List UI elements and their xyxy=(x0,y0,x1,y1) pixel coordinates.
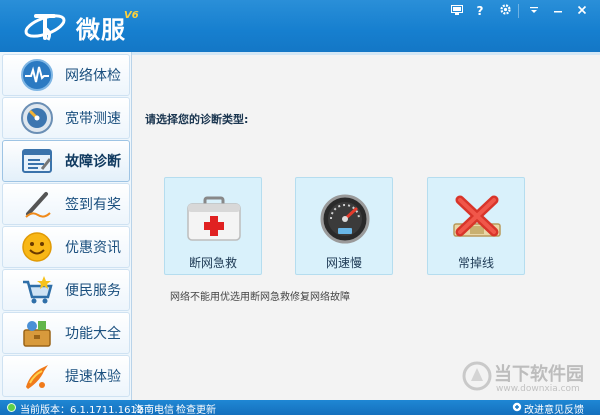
monitor-icon[interactable] xyxy=(447,3,467,19)
main-panel: 请选择您的诊断类型: 断网急救 网速慢 常掉线 网络不能用优选用断网急救修复网络… xyxy=(132,52,600,400)
sidebar-item-label: 优惠资讯 xyxy=(65,240,121,256)
title-bar: 微服 V6 ? xyxy=(0,0,600,52)
gear-icon[interactable] xyxy=(495,3,515,19)
sidebar-item-speed-test[interactable]: 宽带测速 xyxy=(2,97,130,139)
diagnosis-hint: 网络不能用优选用断网急救修复网络故障 xyxy=(170,292,350,303)
isp-label: 海南电信 xyxy=(134,405,174,415)
feedback-link[interactable]: 改进意见反馈 xyxy=(524,401,584,415)
check-update-link[interactable]: 检查更新 xyxy=(176,401,216,415)
card-label: 网速慢 xyxy=(325,256,362,270)
sidebar-item-all-features[interactable]: 功能大全 xyxy=(2,312,130,354)
sidebar-item-label: 宽带测速 xyxy=(65,111,121,127)
sidebar-item-label: 提速体验 xyxy=(65,369,121,385)
card-label: 常掉线 xyxy=(457,256,494,270)
sidebar-item-label: 签到有奖 xyxy=(65,197,121,213)
sidebar-item-signin[interactable]: 签到有奖 xyxy=(2,183,130,225)
watermark-url: www.downxia.com xyxy=(496,384,580,394)
feedback-icon[interactable] xyxy=(512,402,522,415)
sidebar-item-convenience[interactable]: 便民服务 xyxy=(2,269,130,311)
sidebar-item-label: 便民服务 xyxy=(65,283,121,299)
version-label: 当前版本：6.1.1711.1612 xyxy=(20,405,144,415)
status-ok-icon xyxy=(7,403,16,412)
speedometer-icon xyxy=(320,194,370,244)
shopping-cart-icon xyxy=(19,272,55,308)
watermark: 当下软件园 www.downxia.com xyxy=(460,356,600,400)
titlebar-separator xyxy=(518,4,519,18)
diagnosis-prompt: 请选择您的诊断类型: xyxy=(145,113,249,126)
smiley-icon xyxy=(19,229,55,265)
sidebar-item-label: 网络体检 xyxy=(65,68,121,84)
status-bar: 当前版本：6.1.1711.1612 海南电信 检查更新 改进意见反馈 xyxy=(0,400,600,415)
disconnect-x-icon xyxy=(453,195,501,237)
sidebar: 网络体检 宽带测速 故障诊断 签到有奖 优惠资讯 便民服务 功能大全 提速体验 xyxy=(0,52,132,400)
toolbox-icon xyxy=(19,315,55,351)
menu-dropdown-icon[interactable] xyxy=(524,3,544,19)
card-slow-network[interactable]: 网速慢 xyxy=(295,177,393,275)
speed-test-icon xyxy=(19,100,55,136)
card-label: 断网急救 xyxy=(188,256,237,270)
sidebar-item-label: 故障诊断 xyxy=(65,154,121,170)
watermark-text: 当下软件园 xyxy=(494,364,584,385)
card-network-first-aid[interactable]: 断网急救 xyxy=(164,177,262,275)
sidebar-item-label: 功能大全 xyxy=(65,326,121,342)
watermark-logo-icon xyxy=(462,361,492,391)
sidebar-item-network-check[interactable]: 网络体检 xyxy=(2,54,130,96)
sidebar-item-promotions[interactable]: 优惠资讯 xyxy=(2,226,130,268)
sidebar-item-speed-up[interactable]: 提速体验 xyxy=(2,355,130,397)
close-icon[interactable] xyxy=(572,3,592,19)
sidebar-item-diagnosis[interactable]: 故障诊断 xyxy=(2,140,130,182)
speed-up-icon xyxy=(19,358,55,394)
minimize-icon[interactable] xyxy=(548,3,568,19)
china-telecom-logo-icon xyxy=(24,14,66,41)
signin-pen-icon xyxy=(19,186,55,222)
first-aid-kit-icon xyxy=(187,196,241,241)
card-frequent-disconnect[interactable]: 常掉线 xyxy=(427,177,525,275)
network-check-icon xyxy=(19,57,55,93)
diagnosis-icon xyxy=(19,143,55,179)
app-version: V6 xyxy=(124,10,139,21)
app-name: 微服 xyxy=(76,16,126,44)
help-icon[interactable]: ? xyxy=(470,3,490,19)
